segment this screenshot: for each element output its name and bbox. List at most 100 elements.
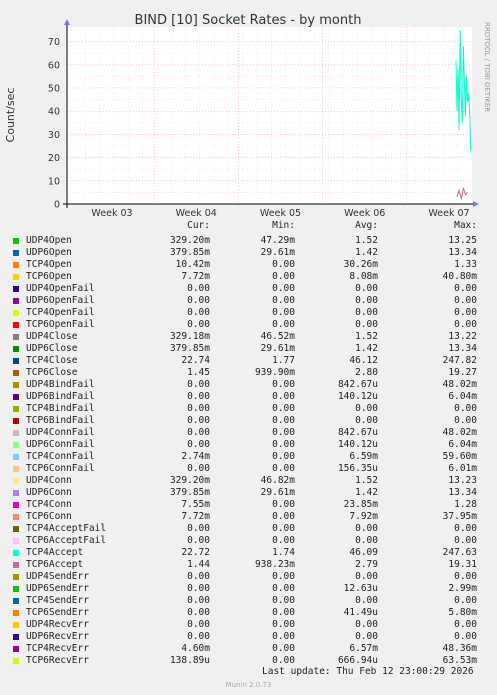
legend-row: TCP4AcceptFail 0.00 0.00 0.00 0.00 (0, 523, 497, 535)
y-tick-label: 50 (48, 84, 60, 95)
legend-avg: 842.67u (337, 379, 378, 390)
legend-cur: 0.00 (187, 583, 210, 594)
legend-row: TCP6SendErr 0.00 0.00 41.49u 5.80m (0, 607, 497, 619)
legend-avg: 0.00 (355, 535, 378, 546)
legend-max: 0.00 (454, 295, 477, 306)
legend-cur: 0.00 (187, 571, 210, 582)
legend-row: UDP6BindFail 0.00 0.00 140.12u 6.04m (0, 391, 497, 403)
legend-min: 0.00 (272, 403, 295, 414)
legend-series-name: TCP4Close (26, 355, 78, 366)
y-ticks: 0 10 20 30 40 50 60 70 (48, 37, 60, 210)
legend-min: 0.00 (272, 595, 295, 606)
legend-series-name: TCP4BindFail (26, 403, 95, 414)
legend-cur: 329.20m (169, 475, 210, 486)
plot-area (67, 27, 472, 204)
legend-series-name: TCP4ConnFail (26, 451, 95, 462)
legend-cur: 7.72m (181, 271, 210, 282)
legend-row: TCP4BindFail 0.00 0.00 0.00 0.00 (0, 403, 497, 415)
legend-series-name: UDP4BindFail (26, 379, 95, 390)
legend-series-name: UDP4Open (26, 235, 72, 246)
legend-avg: 0.00 (355, 523, 378, 534)
legend-avg: 2.80 (355, 367, 378, 378)
legend-series-name: UDP6BindFail (26, 391, 95, 402)
legend-avg: 8.08m (349, 271, 378, 282)
legend-min: 0.00 (272, 463, 295, 474)
legend-max: 0.00 (454, 535, 477, 546)
legend-cur: 1.44 (187, 559, 210, 570)
legend-swatch (13, 490, 19, 496)
legend-row: UDP4RecvErr 0.00 0.00 0.00 0.00 (0, 619, 497, 631)
legend-series-name: UDP6OpenFail (26, 295, 95, 306)
legend-series-name: TCP6SendErr (26, 607, 89, 618)
legend-swatch (13, 526, 19, 532)
legend-series-name: TCP4SendErr (26, 595, 89, 606)
legend-header-max: Max: (454, 220, 477, 231)
legend-min: 0.00 (272, 295, 295, 306)
legend-series-name: TCP6BindFail (26, 415, 95, 426)
legend-swatch (13, 394, 19, 400)
legend-min: 0.00 (272, 307, 295, 318)
legend-series-name: TCP6ConnFail (26, 463, 95, 474)
legend-swatch (13, 502, 19, 508)
legend-max: 2.99m (448, 583, 477, 594)
legend-min: 29.61m (260, 247, 295, 258)
legend-min: 0.00 (272, 415, 295, 426)
legend-swatch (13, 298, 19, 304)
legend-avg: 140.12u (337, 439, 378, 450)
legend-min: 46.52m (260, 331, 295, 342)
legend-avg: 6.59m (349, 451, 378, 462)
legend-row: UDP4Conn 329.20m 46.82m 1.52 13.23 (0, 475, 497, 487)
legend-row: UDP6Conn 379.85m 29.61m 1.42 13.34 (0, 487, 497, 499)
legend-avg: 46.09 (349, 547, 378, 558)
legend-series-name: TCP6Accept (26, 559, 84, 570)
legend-swatch (13, 262, 19, 268)
legend-series-name: TCP4AcceptFail (26, 523, 107, 534)
legend-avg: 7.92m (349, 511, 378, 522)
y-tick-label: 30 (48, 130, 60, 141)
legend-avg: 0.00 (355, 307, 378, 318)
legend-row: TCP6AcceptFail 0.00 0.00 0.00 0.00 (0, 535, 497, 547)
y-tick-label: 40 (48, 107, 60, 118)
legend-row: TCP4Accept 22.72 1.74 46.09 247.63 (0, 547, 497, 559)
legend-cur: 7.55m (181, 499, 210, 510)
legend-swatch (13, 598, 19, 604)
legend-avg: 140.12u (337, 391, 378, 402)
legend-cur: 0.00 (187, 319, 210, 330)
legend-header-min: Min: (272, 220, 295, 231)
legend-min: 0.00 (272, 655, 295, 666)
legend-max: 0.00 (454, 283, 477, 294)
legend-min: 0.00 (272, 643, 295, 654)
legend-max: 13.25 (448, 235, 477, 246)
legend-cur: 0.00 (187, 463, 210, 474)
legend-series-name: TCP4OpenFail (26, 307, 95, 318)
x-axis-arrow (473, 201, 479, 207)
legend-avg: 12.63u (343, 583, 378, 594)
legend-min: 0.00 (272, 439, 295, 450)
legend-swatch (13, 370, 19, 376)
legend-series-name: UDP6Open (26, 247, 72, 258)
legend-row: UDP4Open 329.20m 47.29m 1.52 13.25 (0, 235, 497, 247)
legend-max: 0.00 (454, 619, 477, 630)
legend-max: 0.00 (454, 307, 477, 318)
legend-cur: 10.42m (175, 259, 210, 270)
side-label: RRDTOOL / TOBI OETIKER (483, 22, 491, 112)
legend-max: 0.00 (454, 595, 477, 606)
legend-avg: 1.52 (355, 331, 378, 342)
legend-min: 938.23m (254, 559, 295, 570)
legend-min: 0.00 (272, 271, 295, 282)
legend-series-name: TCP6RecvErr (26, 655, 89, 666)
legend-series-name: TCP4Accept (26, 547, 84, 558)
legend-max: 13.22 (448, 331, 477, 342)
legend-min: 0.00 (272, 583, 295, 594)
legend-min: 0.00 (272, 511, 295, 522)
legend-swatch (13, 574, 19, 580)
legend-series-name: UDP6ConnFail (26, 439, 95, 450)
legend-avg: 156.35u (337, 463, 378, 474)
legend-min: 0.00 (272, 259, 295, 270)
legend-cur: 0.00 (187, 415, 210, 426)
y-tick-label: 0 (54, 200, 60, 211)
legend-max: 0.00 (454, 403, 477, 414)
legend-avg: 0.00 (355, 283, 378, 294)
legend-swatch (13, 238, 19, 244)
legend-series-name: UDP4SendErr (26, 571, 89, 582)
